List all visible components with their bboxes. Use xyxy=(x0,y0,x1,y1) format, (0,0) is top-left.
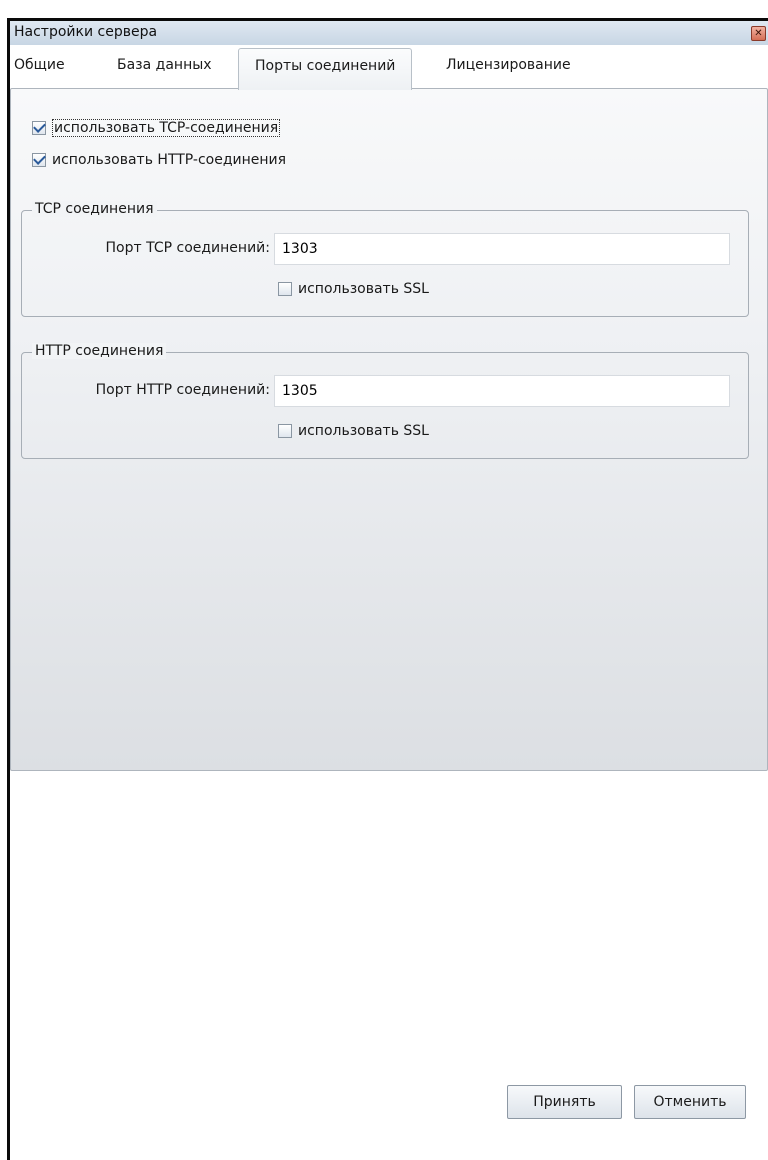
tab-panel-connection-ports: использовать TCP-соединения использовать… xyxy=(10,88,768,771)
use-http-option[interactable]: использовать HTTP-соединения xyxy=(32,152,286,168)
use-tcp-option[interactable]: использовать TCP-соединения xyxy=(32,119,281,137)
http-ssl-label: использовать SSL xyxy=(298,423,429,439)
tab-licensing[interactable]: Лицензирование xyxy=(446,57,571,73)
tcp-ssl-checkbox[interactable] xyxy=(278,282,292,296)
use-http-label: использовать HTTP-соединения xyxy=(52,152,287,168)
use-tcp-label: использовать TCP-соединения xyxy=(52,119,281,137)
close-icon[interactable]: ✕ xyxy=(751,26,766,41)
tcp-connections-group: TCP соединения Порт TCP соединений: испо… xyxy=(21,201,749,317)
title-bar[interactable]: Настройки сервера ✕ xyxy=(10,21,768,45)
http-ssl-option[interactable]: использовать SSL xyxy=(278,423,429,439)
tab-strip: Общие База данных Порты соединений Лицен… xyxy=(10,45,768,90)
accept-button[interactable]: Принять xyxy=(507,1085,622,1119)
tcp-port-input[interactable] xyxy=(274,233,730,265)
http-connections-group: HTTP соединения Порт HTTP соединений: ис… xyxy=(21,343,749,459)
tab-connection-ports[interactable]: Порты соединений xyxy=(238,48,413,90)
checkmark-icon xyxy=(33,152,46,165)
tcp-ssl-option[interactable]: использовать SSL xyxy=(278,281,429,297)
tcp-port-label: Порт TCP соединений: xyxy=(105,240,270,256)
tab-general[interactable]: Общие xyxy=(14,57,65,73)
use-http-checkbox[interactable] xyxy=(32,152,46,167)
tab-database[interactable]: База данных xyxy=(117,57,212,73)
http-port-input[interactable] xyxy=(274,375,730,407)
server-settings-window: Настройки сервера ✕ Общие База данных По… xyxy=(7,18,768,1160)
use-tcp-checkbox[interactable] xyxy=(32,120,46,135)
window-title: Настройки сервера xyxy=(14,24,158,40)
tcp-ssl-label: использовать SSL xyxy=(298,281,429,297)
http-group-legend: HTTP соединения xyxy=(32,343,167,359)
cancel-button[interactable]: Отменить xyxy=(634,1085,746,1119)
http-ssl-checkbox[interactable] xyxy=(278,424,292,438)
checkmark-icon xyxy=(33,120,46,133)
tcp-group-legend: TCP соединения xyxy=(32,201,157,217)
http-port-label: Порт HTTP соединений: xyxy=(95,382,270,398)
